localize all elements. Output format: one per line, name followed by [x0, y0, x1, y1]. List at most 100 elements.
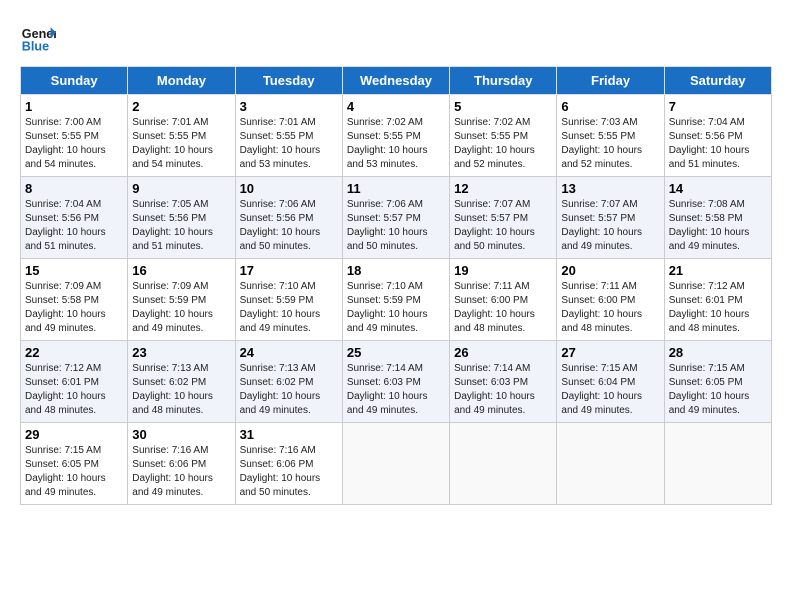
- day-number: 16: [132, 263, 230, 278]
- calendar-table: SundayMondayTuesdayWednesdayThursdayFrid…: [20, 66, 772, 505]
- calendar-cell: 7 Sunrise: 7:04 AMSunset: 5:56 PMDaylight…: [664, 95, 771, 177]
- day-number: 4: [347, 99, 445, 114]
- day-info: Sunrise: 7:02 AMSunset: 5:55 PMDaylight:…: [347, 116, 445, 172]
- calendar-cell: 4 Sunrise: 7:02 AMSunset: 5:55 PMDaylight…: [342, 95, 449, 177]
- day-number: 1: [25, 99, 123, 114]
- weekday-header-wednesday: Wednesday: [342, 67, 449, 95]
- calendar-cell: [342, 423, 449, 505]
- day-info: Sunrise: 7:05 AMSunset: 5:56 PMDaylight:…: [132, 198, 230, 254]
- day-info: Sunrise: 7:04 AMSunset: 5:56 PMDaylight:…: [669, 116, 767, 172]
- calendar-cell: 14 Sunrise: 7:08 AMSunset: 5:58 PMDayligh…: [664, 177, 771, 259]
- day-info: Sunrise: 7:01 AMSunset: 5:55 PMDaylight:…: [132, 116, 230, 172]
- calendar-week-2: 8 Sunrise: 7:04 AMSunset: 5:56 PMDaylight…: [21, 177, 772, 259]
- day-number: 12: [454, 181, 552, 196]
- day-number: 5: [454, 99, 552, 114]
- calendar-cell: 6 Sunrise: 7:03 AMSunset: 5:55 PMDaylight…: [557, 95, 664, 177]
- day-number: 8: [25, 181, 123, 196]
- logo-icon: General Blue: [20, 20, 56, 56]
- weekday-header-friday: Friday: [557, 67, 664, 95]
- day-number: 22: [25, 345, 123, 360]
- calendar-cell: 19 Sunrise: 7:11 AMSunset: 6:00 PMDayligh…: [450, 259, 557, 341]
- day-info: Sunrise: 7:15 AMSunset: 6:05 PMDaylight:…: [669, 362, 767, 418]
- day-info: Sunrise: 7:09 AMSunset: 5:59 PMDaylight:…: [132, 280, 230, 336]
- day-number: 21: [669, 263, 767, 278]
- calendar-cell: 12 Sunrise: 7:07 AMSunset: 5:57 PMDayligh…: [450, 177, 557, 259]
- day-info: Sunrise: 7:03 AMSunset: 5:55 PMDaylight:…: [561, 116, 659, 172]
- weekday-header-thursday: Thursday: [450, 67, 557, 95]
- weekday-header-monday: Monday: [128, 67, 235, 95]
- day-info: Sunrise: 7:12 AMSunset: 6:01 PMDaylight:…: [25, 362, 123, 418]
- calendar-cell: 25 Sunrise: 7:14 AMSunset: 6:03 PMDayligh…: [342, 341, 449, 423]
- day-info: Sunrise: 7:13 AMSunset: 6:02 PMDaylight:…: [132, 362, 230, 418]
- day-info: Sunrise: 7:10 AMSunset: 5:59 PMDaylight:…: [240, 280, 338, 336]
- day-info: Sunrise: 7:13 AMSunset: 6:02 PMDaylight:…: [240, 362, 338, 418]
- day-number: 7: [669, 99, 767, 114]
- calendar-week-1: 1 Sunrise: 7:00 AMSunset: 5:55 PMDaylight…: [21, 95, 772, 177]
- calendar-cell: 20Sunrise: 7:11 AMSunset: 6:00 PMDayligh…: [557, 259, 664, 341]
- calendar-cell: 31 Sunrise: 7:16 AMSunset: 6:06 PMDayligh…: [235, 423, 342, 505]
- day-info: Sunrise: 7:11 AMSunset: 6:00 PMDaylight:…: [454, 280, 552, 336]
- day-info: Sunrise: 7:06 AMSunset: 5:56 PMDaylight:…: [240, 198, 338, 254]
- weekday-header-sunday: Sunday: [21, 67, 128, 95]
- calendar-cell: 18Sunrise: 7:10 AMSunset: 5:59 PMDayligh…: [342, 259, 449, 341]
- day-number: 19: [454, 263, 552, 278]
- calendar-week-3: 15 Sunrise: 7:09 AMSunset: 5:58 PMDayligh…: [21, 259, 772, 341]
- calendar-cell: 10 Sunrise: 7:06 AMSunset: 5:56 PMDayligh…: [235, 177, 342, 259]
- calendar-cell: [557, 423, 664, 505]
- calendar-cell: 11Sunrise: 7:06 AMSunset: 5:57 PMDayligh…: [342, 177, 449, 259]
- day-info: Sunrise: 7:15 AMSunset: 6:04 PMDaylight:…: [561, 362, 659, 418]
- day-info: Sunrise: 7:02 AMSunset: 5:55 PMDaylight:…: [454, 116, 552, 172]
- day-number: 17: [240, 263, 338, 278]
- calendar-cell: 5 Sunrise: 7:02 AMSunset: 5:55 PMDaylight…: [450, 95, 557, 177]
- calendar-cell: 15 Sunrise: 7:09 AMSunset: 5:58 PMDayligh…: [21, 259, 128, 341]
- day-number: 27: [561, 345, 659, 360]
- day-number: 15: [25, 263, 123, 278]
- day-info: Sunrise: 7:12 AMSunset: 6:01 PMDaylight:…: [669, 280, 767, 336]
- weekday-header-tuesday: Tuesday: [235, 67, 342, 95]
- calendar-cell: 17 Sunrise: 7:10 AMSunset: 5:59 PMDayligh…: [235, 259, 342, 341]
- header: General Blue: [20, 20, 772, 56]
- calendar-cell: [450, 423, 557, 505]
- calendar-cell: 28 Sunrise: 7:15 AMSunset: 6:05 PMDayligh…: [664, 341, 771, 423]
- calendar-cell: 8 Sunrise: 7:04 AMSunset: 5:56 PMDaylight…: [21, 177, 128, 259]
- day-number: 10: [240, 181, 338, 196]
- calendar-week-5: 29Sunrise: 7:15 AMSunset: 6:05 PMDayligh…: [21, 423, 772, 505]
- day-number: 25: [347, 345, 445, 360]
- day-number: 2: [132, 99, 230, 114]
- day-info: Sunrise: 7:00 AMSunset: 5:55 PMDaylight:…: [25, 116, 123, 172]
- calendar-cell: 27 Sunrise: 7:15 AMSunset: 6:04 PMDayligh…: [557, 341, 664, 423]
- day-info: Sunrise: 7:09 AMSunset: 5:58 PMDaylight:…: [25, 280, 123, 336]
- day-number: 29: [25, 427, 123, 442]
- day-info: Sunrise: 7:10 AMSunset: 5:59 PMDaylight:…: [347, 280, 445, 336]
- weekday-header-row: SundayMondayTuesdayWednesdayThursdayFrid…: [21, 67, 772, 95]
- day-number: 6: [561, 99, 659, 114]
- calendar-body: 1 Sunrise: 7:00 AMSunset: 5:55 PMDaylight…: [21, 95, 772, 505]
- calendar-cell: 13 Sunrise: 7:07 AMSunset: 5:57 PMDayligh…: [557, 177, 664, 259]
- day-number: 9: [132, 181, 230, 196]
- calendar-cell: [664, 423, 771, 505]
- weekday-header-saturday: Saturday: [664, 67, 771, 95]
- day-number: 26: [454, 345, 552, 360]
- day-number: 23: [132, 345, 230, 360]
- day-number: 28: [669, 345, 767, 360]
- day-info: Sunrise: 7:08 AMSunset: 5:58 PMDaylight:…: [669, 198, 767, 254]
- day-info: Sunrise: 7:01 AMSunset: 5:55 PMDaylight:…: [240, 116, 338, 172]
- day-info: Sunrise: 7:16 AMSunset: 6:06 PMDaylight:…: [132, 444, 230, 500]
- calendar-cell: 9 Sunrise: 7:05 AMSunset: 5:56 PMDaylight…: [128, 177, 235, 259]
- logo: General Blue: [20, 20, 62, 56]
- day-number: 31: [240, 427, 338, 442]
- day-number: 20: [561, 263, 659, 278]
- day-info: Sunrise: 7:07 AMSunset: 5:57 PMDaylight:…: [454, 198, 552, 254]
- day-number: 24: [240, 345, 338, 360]
- calendar-cell: 22 Sunrise: 7:12 AMSunset: 6:01 PMDayligh…: [21, 341, 128, 423]
- day-info: Sunrise: 7:16 AMSunset: 6:06 PMDaylight:…: [240, 444, 338, 500]
- svg-text:Blue: Blue: [22, 40, 49, 54]
- day-info: Sunrise: 7:14 AMSunset: 6:03 PMDaylight:…: [347, 362, 445, 418]
- calendar-cell: 16 Sunrise: 7:09 AMSunset: 5:59 PMDayligh…: [128, 259, 235, 341]
- day-info: Sunrise: 7:06 AMSunset: 5:57 PMDaylight:…: [347, 198, 445, 254]
- day-info: Sunrise: 7:07 AMSunset: 5:57 PMDaylight:…: [561, 198, 659, 254]
- day-info: Sunrise: 7:04 AMSunset: 5:56 PMDaylight:…: [25, 198, 123, 254]
- calendar-cell: 21 Sunrise: 7:12 AMSunset: 6:01 PMDayligh…: [664, 259, 771, 341]
- day-number: 14: [669, 181, 767, 196]
- day-number: 13: [561, 181, 659, 196]
